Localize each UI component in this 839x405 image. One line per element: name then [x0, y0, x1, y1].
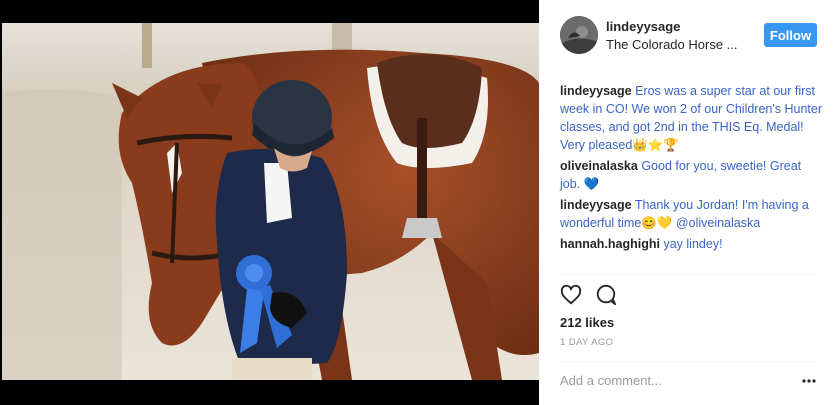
heart-icon[interactable]	[560, 284, 582, 306]
comment-emoji: 👑⭐🏆	[632, 138, 679, 152]
post-location[interactable]: The Colorado Horse ...	[606, 37, 738, 52]
post-header: lindeyysage The Colorado Horse ... Follo…	[539, 0, 839, 70]
avatar[interactable]	[560, 16, 598, 54]
comment-emoji: 😊💛	[641, 216, 673, 230]
list-item: hannah.haghighi yay lindey!	[560, 235, 822, 253]
list-item: lindeyysage Thank you Jordan! I'm having…	[560, 196, 822, 232]
list-item: oliveinalaska Good for you, sweetie! Gre…	[560, 157, 822, 193]
comment-username[interactable]: lindeyysage	[560, 84, 632, 98]
comment-text: yay lindey!	[663, 237, 723, 251]
comment-mention[interactable]: @oliveinalaska	[676, 216, 760, 230]
divider	[560, 361, 817, 362]
comment-emoji: 💙	[583, 177, 600, 191]
post-sidebar: lindeyysage The Colorado Horse ... Follo…	[539, 0, 839, 405]
comment-list: lindeyysage Eros was a super star at our…	[560, 82, 822, 256]
likes-count[interactable]: 212 likes	[560, 315, 614, 330]
comment-username[interactable]: lindeyysage	[560, 198, 632, 212]
comment-bubble-icon[interactable]	[595, 284, 617, 306]
post-photo[interactable]	[2, 23, 539, 380]
comment-input[interactable]	[560, 368, 795, 392]
comment-username[interactable]: hannah.haghighi	[560, 237, 660, 251]
more-options-icon[interactable]	[802, 374, 816, 388]
comment-username[interactable]: oliveinalaska	[560, 159, 638, 173]
divider	[560, 274, 817, 275]
photo-pane	[0, 0, 539, 405]
follow-button[interactable]: Follow	[764, 23, 817, 47]
list-item: lindeyysage Eros was a super star at our…	[560, 82, 822, 154]
post-username[interactable]: lindeyysage	[606, 19, 680, 34]
post-timestamp[interactable]: 1 DAY AGO	[560, 337, 613, 348]
